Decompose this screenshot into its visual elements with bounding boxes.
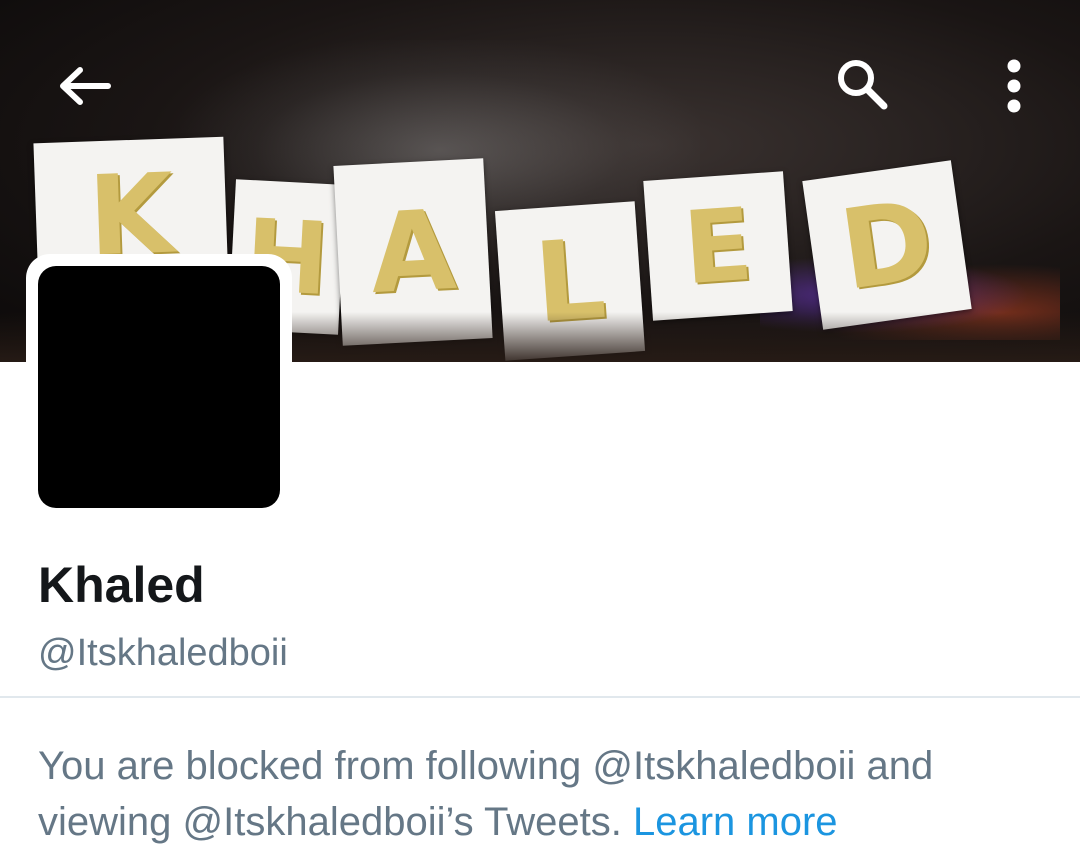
blocked-notice: You are blocked from following @Itskhale… [38, 738, 1048, 850]
avatar-frame [26, 254, 292, 520]
banner-letter-card: E [643, 171, 793, 321]
search-icon [838, 60, 888, 110]
search-button[interactable] [830, 54, 894, 114]
banner-letter: E [679, 185, 757, 307]
overflow-menu-button[interactable] [988, 56, 1040, 116]
arrow-left-icon [60, 67, 111, 105]
learn-more-link[interactable]: Learn more [633, 800, 838, 844]
profile-name: Khaled [38, 557, 205, 613]
back-button[interactable] [52, 56, 116, 116]
profile-handle: @Itskhaledboii [38, 632, 288, 674]
banner-letter: A [367, 185, 459, 319]
banner-letter-card: D [802, 160, 972, 330]
more-vertical-icon [1007, 59, 1021, 113]
banner-letter: D [832, 175, 942, 315]
divider [0, 696, 1080, 698]
avatar[interactable] [38, 266, 280, 508]
